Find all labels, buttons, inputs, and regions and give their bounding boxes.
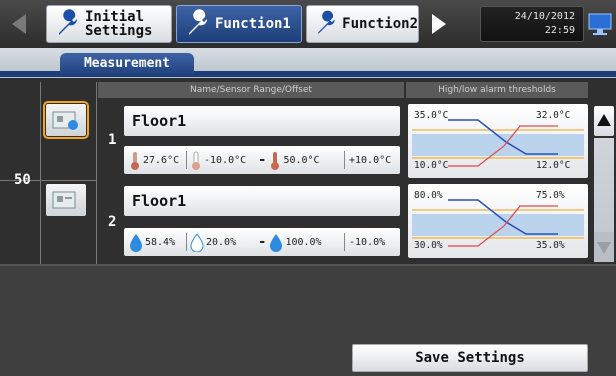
row-1-high-on: 35.0°C xyxy=(414,110,449,121)
next-page-icon[interactable] xyxy=(422,8,454,40)
tab-function2[interactable]: Function2 xyxy=(306,5,419,43)
clock-date: 24/10/2012 xyxy=(514,11,575,22)
column-header-thresholds: High/low alarm thresholds xyxy=(406,82,588,98)
row-number-2: 2 xyxy=(108,214,117,230)
row-1-offset: +10.0°C xyxy=(349,154,392,166)
row-number-1: 1 xyxy=(108,132,117,148)
save-settings-button[interactable]: Save Settings xyxy=(352,344,588,372)
row-2-name[interactable]: Floor1 xyxy=(124,186,400,216)
row-2-high-on: 80.0% xyxy=(414,190,443,201)
row-1-threshold-graph[interactable]: 35.0°C 32.0°C 10.0°C 12.0°C xyxy=(408,104,588,178)
wrench-icon xyxy=(318,10,335,35)
tab-function1-label: Function1 xyxy=(215,16,291,32)
row-1-range-low: -10.0°C xyxy=(190,146,246,174)
water-drop-icon xyxy=(130,234,142,252)
row-1-current-value: 27.6°C xyxy=(129,146,179,174)
section-divider xyxy=(0,264,616,266)
column-divider xyxy=(40,82,41,264)
arrow-up-icon xyxy=(597,114,611,126)
separator xyxy=(344,151,345,169)
water-drop-low-icon xyxy=(190,233,204,252)
row-2-low-off: 35.0% xyxy=(536,240,565,251)
sensor-select-button-1[interactable] xyxy=(43,101,89,139)
column-header-name: Name/Sensor Range/Offset xyxy=(98,82,404,98)
thermometer-low-icon xyxy=(192,151,200,170)
clock-time: 22:59 xyxy=(544,25,575,36)
row-2-measurement[interactable]: 58.4% 20.0% - 100.0% -10.0% xyxy=(124,228,400,256)
row-2-threshold-graph[interactable]: 80.0% 75.0% 30.0% 35.0% xyxy=(408,184,588,258)
column-divider xyxy=(96,82,97,264)
water-drop-high-icon xyxy=(270,234,283,252)
scroll-up-button[interactable] xyxy=(594,106,614,136)
row-1-measurement[interactable]: 27.6°C -10.0°C - 50.0°C +10.0°C xyxy=(124,146,400,174)
tab-function1[interactable]: Function1 xyxy=(176,5,302,43)
prev-page-icon[interactable] xyxy=(4,8,36,40)
row-2-low-on: 30.0% xyxy=(414,240,443,251)
wrench-icon xyxy=(59,9,78,36)
sensor-select-button-2[interactable] xyxy=(46,184,86,216)
tab-function2-label: Function2 xyxy=(342,16,418,32)
separator xyxy=(186,233,187,251)
row-2-current-value: 58.4% xyxy=(129,228,175,256)
row-1-range-high: - 50.0°C xyxy=(258,152,320,170)
tab-measurement[interactable]: Measurement xyxy=(60,53,194,77)
tab-initial-settings[interactable]: Initial Settings xyxy=(46,5,172,43)
tab-initial-settings-label: Initial Settings xyxy=(85,9,153,39)
row-2-range-low: 20.0% xyxy=(190,228,236,256)
temperature-sensor-icon xyxy=(52,111,78,130)
scroll-down-button[interactable] xyxy=(594,232,614,262)
row-2-high-off: 75.0% xyxy=(536,190,565,201)
row-1-low-on: 10.0°C xyxy=(414,160,449,171)
thermometer-icon xyxy=(131,152,139,170)
separator xyxy=(344,233,345,251)
row-2-range-high: - 100.0% xyxy=(258,234,322,252)
thermometer-high-icon xyxy=(271,152,280,170)
separator xyxy=(186,151,187,169)
group-number: 50 xyxy=(14,172,31,188)
clock: 24/10/2012 22:59 xyxy=(480,6,584,42)
row-1-low-off: 12.0°C xyxy=(536,160,571,171)
row-1-high-off: 32.0°C xyxy=(536,110,571,121)
arrow-down-icon xyxy=(597,242,611,254)
monitor-icon[interactable] xyxy=(586,8,614,40)
humidity-sensor-icon xyxy=(52,191,76,209)
row-2-offset: -10.0% xyxy=(349,236,386,248)
wrench-icon xyxy=(189,9,208,36)
row-1-name[interactable]: Floor1 xyxy=(124,106,400,136)
